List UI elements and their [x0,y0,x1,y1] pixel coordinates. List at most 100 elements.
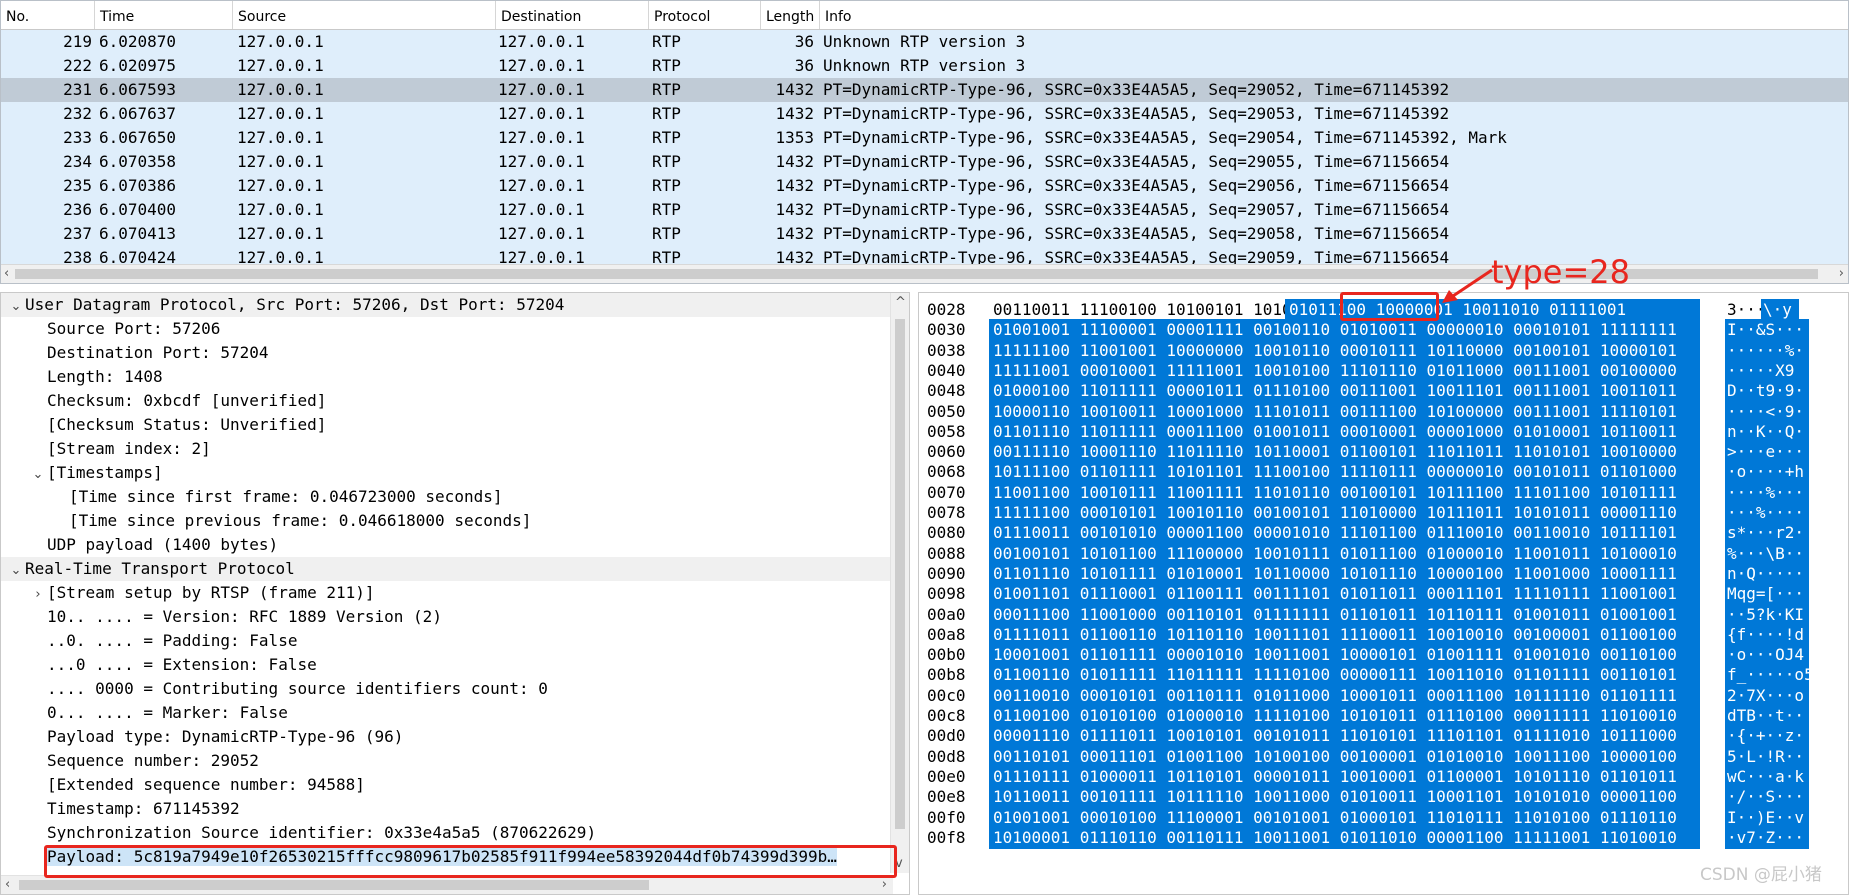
packet-row[interactable]: 237 6.070413 127.0.0.1 127.0.0.1 RTP 1432 PT=D… [1,222,1848,246]
byte-bits-selected[interactable]: 10111100 01101111 10101101 11100100 1111… [989,461,1700,484]
byte-ascii-selected[interactable]: ·o····+h [1725,461,1809,484]
byte-bits-selected[interactable]: 00111110 10001110 11011110 10110001 0110… [989,441,1700,464]
column-header-protocol[interactable]: Protocol [649,1,761,29]
byte-bits-selected[interactable]: 01110011 00101010 00001100 00001010 1110… [989,522,1700,545]
byte-bits-selected[interactable]: 10000110 10010011 10001000 11101011 0011… [989,400,1700,423]
byte-bits-selected[interactable]: 00100101 10101100 11100000 10010111 0101… [989,542,1700,565]
byte-ascii-selected[interactable]: 2·7X···o [1725,684,1809,707]
detail-tree-item[interactable]: Destination Port: 57204 [1,341,909,365]
byte-bits-selected[interactable]: 01110111 01000011 10110101 00001011 1001… [989,765,1700,788]
byte-ascii-selected[interactable]: ·····X9 [1725,359,1809,382]
byte-bits-selected[interactable]: 00110101 00011101 01001100 10100100 0010… [989,745,1700,768]
byte-bits-selected[interactable]: 00011100 11001000 00110101 01111111 0110… [989,603,1700,626]
byte-bits-selected[interactable]: 10100001 01110110 00110111 10011001 0101… [989,826,1700,849]
packet-row[interactable]: 236 6.070400 127.0.0.1 127.0.0.1 RTP 1432 PT=D… [1,198,1848,222]
byte-bits-selected[interactable]: 01000100 11011111 00001011 01110100 0011… [989,380,1700,403]
scroll-right-icon[interactable]: › [882,877,887,892]
byte-bits-selected[interactable]: 10110011 00101111 10111110 10011000 0101… [989,786,1700,809]
byte-ascii-selected[interactable]: ·o···OJ4 [1725,644,1809,667]
packet-row[interactable]: 235 6.070386 127.0.0.1 127.0.0.1 RTP 1432 PT=D… [1,174,1848,198]
byte-ascii-selected[interactable]: s*···r2· [1725,522,1809,545]
detail-tree-item[interactable]: ⌄ User Datagram Protocol, Src Port: 57206… [1,293,909,317]
detail-tree-item[interactable]: Length: 1408 [1,365,909,389]
column-header-info[interactable]: Info [820,1,1848,29]
detail-tree-item[interactable]: › [Stream setup by RTSP (frame 211)] [1,581,909,605]
byte-ascii-selected[interactable]: {f····!d [1725,623,1809,646]
byte-ascii-selected[interactable]: ····<·9· [1725,400,1809,423]
detail-tree-item[interactable]: Source Port: 57206 [1,317,909,341]
packet-row[interactable]: 234 6.070358 127.0.0.1 127.0.0.1 RTP 1432 PT=D… [1,150,1848,174]
detail-tree-item[interactable]: [Time since first frame: 0.046723000 sec… [1,485,909,509]
byte-bits-selected[interactable]: 11111001 00010001 11111001 10010100 1110… [989,359,1700,382]
column-header-destination[interactable]: Destination [496,1,649,29]
byte-ascii-selected[interactable]: n··K··Q· [1725,420,1809,443]
detail-tree-item[interactable]: Synchronization Source identifier: 0x33e… [1,821,909,845]
detail-tree-item[interactable]: ⌄ Real-Time Transport Protocol [1,557,909,581]
byte-ascii-selected[interactable]: ··5?k·KI [1725,603,1809,626]
byte-ascii-selected[interactable]: wC···a·k [1725,765,1809,788]
column-header-source[interactable]: Source [233,1,496,29]
byte-bits-selected[interactable]: 01001001 11100001 00001111 00100110 0101… [989,319,1700,342]
byte-bits-selected[interactable]: 11111100 00010101 10010110 00100101 1101… [989,502,1700,524]
byte-bits-selected[interactable]: 01100110 01011111 11011111 11110100 0000… [989,664,1700,687]
packet-bytes-pane[interactable]: 0028 00110011 11100100 10100101 10100101 … [918,292,1849,895]
byte-bits-selected[interactable]: 00001110 01111011 10010101 00101011 1101… [989,725,1700,748]
byte-bits-selected[interactable]: 11111100 11001001 10000000 10010110 0001… [989,339,1700,362]
detail-tree-item[interactable]: ⌄ [Timestamps] [1,461,909,485]
byte-ascii-selected[interactable]: ······%· [1725,339,1809,362]
byte-ascii-selected[interactable]: ···%···· [1725,502,1809,524]
expand-toggle-icon[interactable]: ⌄ [7,559,25,583]
byte-ascii-selected[interactable]: %···\B·· [1725,542,1809,565]
byte-bits-selected[interactable]: 01111011 01100110 10110110 10011101 1110… [989,623,1700,646]
column-header-time[interactable]: Time [95,1,233,29]
byte-ascii-selected[interactable]: I··&S··· [1725,319,1809,342]
detail-tree-item[interactable]: ..0. .... = Padding: False [1,629,909,653]
byte-ascii-selected[interactable]: >···e··· [1725,441,1809,464]
byte-ascii-selected[interactable]: ·/··S··· [1725,786,1809,809]
packet-details-pane[interactable]: ⌄ User Datagram Protocol, Src Port: 57206… [0,292,910,895]
packet-row[interactable]: 233 6.067650 127.0.0.1 127.0.0.1 RTP 1353 PT=D… [1,126,1848,150]
byte-bits-selected[interactable]: 01100100 01010100 01000010 11110100 1010… [989,705,1700,727]
detail-tree-item[interactable]: .... 0000 = Contributing source identifi… [1,677,909,701]
byte-bits-selected[interactable]: 11001100 10010111 11001111 11010110 0010… [989,481,1700,504]
scrollbar-thumb[interactable] [895,319,905,829]
byte-ascii-selected[interactable]: ·v7·Z··· [1725,826,1809,849]
byte-ascii-selected[interactable]: f_·····o5 [1725,664,1809,687]
byte-ascii-selected[interactable]: n·Q····· [1725,562,1809,585]
detail-tree-item[interactable]: Payload type: DynamicRTP-Type-96 (96) [1,725,909,749]
column-header-no[interactable]: No. [1,1,95,29]
detail-tree-item[interactable]: Checksum: 0xbcdf [unverified] [1,389,909,413]
byte-bits-selected[interactable]: 01001101 01110001 01100111 00111101 0101… [989,583,1700,606]
expand-toggle-icon[interactable]: ⌄ [7,295,25,319]
packet-row[interactable]: 231 6.067593 127.0.0.1 127.0.0.1 RTP 1432 PT=D… [1,78,1848,102]
byte-bits-selected[interactable]: 01101110 11011111 00011100 01001011 0001… [989,420,1700,443]
detail-tree-item[interactable]: [Time since previous frame: 0.046618000 … [1,509,909,533]
byte-bits-selected[interactable]: 01001001 00010100 11100001 00101001 0100… [989,806,1700,829]
scroll-left-icon[interactable]: ‹ [5,877,10,892]
detail-tree-item[interactable]: Sequence number: 29052 [1,749,909,773]
packet-row[interactable]: 222 6.020975 127.0.0.1 127.0.0.1 RTP 36 Unknow… [1,54,1848,78]
byte-ascii-selected[interactable]: D··t9·9· [1725,380,1809,403]
detail-tree-item[interactable]: 10.. .... = Version: RFC 1889 Version (2… [1,605,909,629]
scroll-up-icon[interactable]: ^ [895,295,906,310]
byte-ascii-selected[interactable]: dTB··t·· [1725,705,1809,727]
expand-toggle-icon[interactable]: ⌄ [29,463,47,487]
byte-ascii-unselected[interactable]: 3··· [1725,299,1765,321]
byte-ascii-selected[interactable]: Mqg=[··· [1725,583,1809,606]
column-header-length[interactable]: Length [761,1,820,29]
byte-ascii-selected[interactable]: 5·L·!R·· [1725,745,1809,768]
detail-tree-item[interactable]: 0... .... = Marker: False [1,701,909,725]
byte-bits-selected[interactable]: 01101110 10101111 01010001 10110000 1010… [989,562,1700,585]
byte-ascii-selected[interactable]: I··)E··v [1725,806,1809,829]
detail-tree-item[interactable]: [Checksum Status: Unverified] [1,413,909,437]
details-vertical-scrollbar[interactable]: ^ v [890,293,909,873]
scroll-left-icon[interactable]: ‹ [4,266,9,281]
detail-tree-item[interactable]: Timestamp: 671145392 [1,797,909,821]
byte-ascii-selected[interactable]: ·{·+··z· [1725,725,1809,748]
detail-tree-item[interactable]: ...0 .... = Extension: False [1,653,909,677]
collapse-toggle-icon[interactable]: › [29,583,47,607]
packet-row[interactable]: 219 6.020870 127.0.0.1 127.0.0.1 RTP 36 Unknow… [1,30,1848,54]
detail-tree-item[interactable]: [Stream index: 2] [1,437,909,461]
byte-ascii-selected[interactable]: ····%··· [1725,481,1809,504]
scrollbar-thumb[interactable] [19,880,649,890]
